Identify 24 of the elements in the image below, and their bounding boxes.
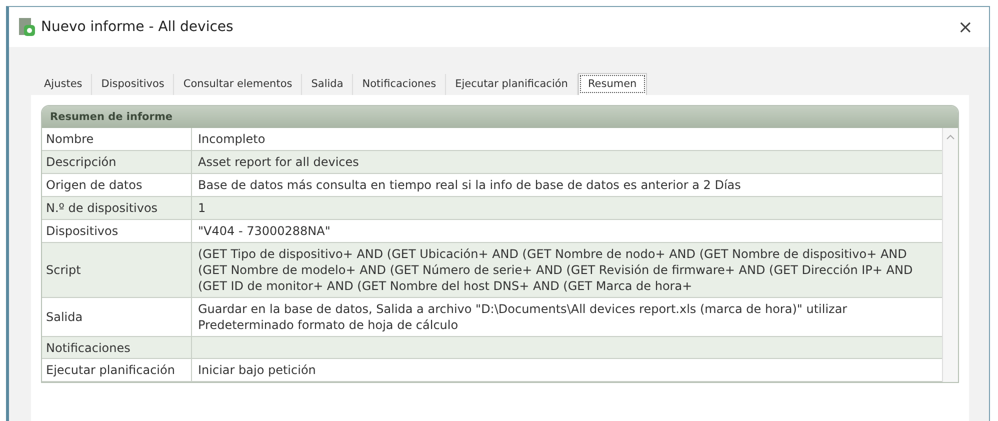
row-value: "V404 - 73000288NA": [197, 223, 332, 240]
row-label: Salida: [42, 298, 192, 336]
row-label: Ejecutar planificación: [42, 359, 192, 381]
scrollbar[interactable]: [942, 128, 958, 382]
row-value: Guardar en la base de datos, Salida a archivo "D:\Documents\All devices report.xls (marca de hora)" utilizar Predeterminado formato de hoja de cálculo: [197, 301, 848, 334]
card-header: Resumen de informe: [42, 106, 958, 128]
row-value: Asset report for all devices: [197, 154, 360, 171]
row-label: Script: [42, 243, 192, 297]
row-label: N.º de dispositivos: [42, 197, 192, 219]
row-label: Descripción: [42, 151, 192, 173]
report-icon: [19, 18, 35, 36]
row-value: 1: [197, 200, 207, 217]
row-label: Dispositivos: [42, 220, 192, 242]
row-value: (GET Tipo de dispositivo+ AND (GET Ubicación+ AND (GET Nombre de nodo+ AND (GET Nombre de dispositivo+ AND (GET Nombre de modelo+ AND (GET Número de serie+ AND (GET Revisión de firmware+ AND (GET Dirección IP+ AND (GET ID de monitor+ AND (GET Nombre del host DNS+ AND (GET Marca de hora+: [197, 246, 914, 295]
row-label: Nombre: [42, 128, 192, 150]
close-button[interactable]: ×: [952, 16, 979, 38]
tab[interactable]: Resumen: [578, 73, 647, 95]
row-label: Notificaciones: [42, 337, 192, 358]
row-value: Base de datos más consulta en tiempo real si la info de base de datos es anterior a 2 Días: [197, 177, 742, 194]
row-value: Iniciar bajo petición: [197, 362, 317, 379]
row-value: Incompleto: [197, 131, 266, 148]
row-label: Origen de datos: [42, 174, 192, 196]
scroll-up-icon[interactable]: [946, 134, 955, 140]
window-title: Nuevo informe - All devices: [41, 19, 234, 35]
